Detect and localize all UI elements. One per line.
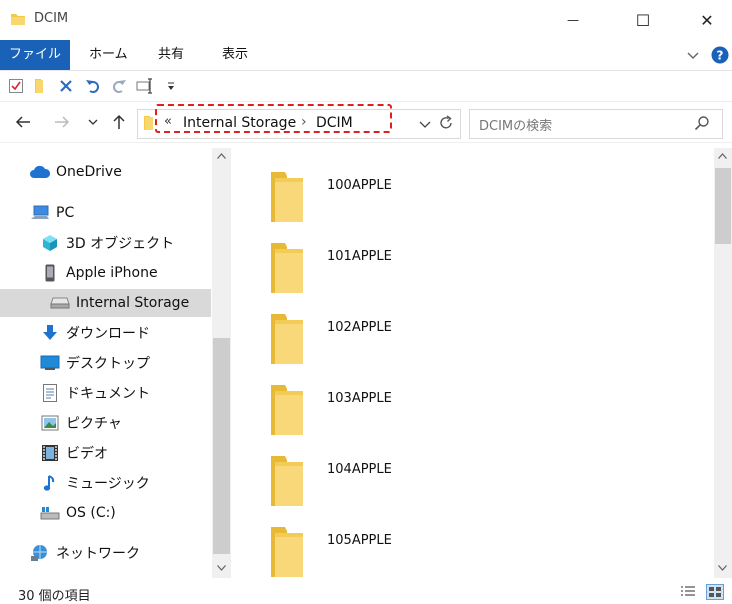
nav-scroll-down-icon[interactable] <box>217 565 226 571</box>
delete-icon[interactable] <box>58 78 74 94</box>
undo-icon[interactable] <box>84 77 102 95</box>
nav-item-onedrive[interactable]: OneDrive <box>0 158 211 186</box>
tab-file[interactable]: ファイル <box>0 40 70 70</box>
folder-list: 100APPLE 101APPLE 102APPLE 103APPLE 104A… <box>232 148 714 578</box>
navigation-pane: OneDrive PC 3D オブジェクト Apple iPhone Inter… <box>0 148 231 578</box>
address-highlight-annotation <box>155 104 392 133</box>
folder-icon <box>269 383 305 437</box>
video-icon <box>40 443 60 463</box>
folder-icon <box>269 525 305 579</box>
nav-item-videos[interactable]: ビデオ <box>0 439 211 467</box>
search-box[interactable]: DCIMの検索 <box>469 109 723 139</box>
folder-item[interactable]: 101APPLE <box>232 227 532 297</box>
minimize-button[interactable]: — <box>550 0 596 40</box>
folder-address-icon <box>142 115 156 131</box>
window-title: DCIM <box>34 11 69 26</box>
folder-icon <box>269 454 305 508</box>
status-bar: 30 個の項目 <box>0 582 732 604</box>
folder-title-icon <box>10 11 26 27</box>
nav-item-internal-storage[interactable]: Internal Storage <box>0 289 211 317</box>
nav-item-os-c[interactable]: OS (C:) <box>0 499 211 527</box>
nav-scroll-up-icon[interactable] <box>217 153 226 159</box>
svg-text:?: ? <box>717 49 724 63</box>
recent-locations-icon[interactable] <box>88 117 98 127</box>
computer-icon <box>30 203 50 223</box>
nav-item-documents[interactable]: ドキュメント <box>0 379 211 407</box>
new-folder-icon[interactable] <box>32 78 48 94</box>
cloud-icon <box>30 162 50 182</box>
content-scroll-down-icon[interactable] <box>718 565 727 571</box>
quick-access-toolbar <box>0 71 732 102</box>
music-icon <box>40 473 60 493</box>
nav-item-desktop[interactable]: デスクトップ <box>0 349 211 377</box>
phone-icon <box>40 263 60 283</box>
ribbon-expand-icon[interactable] <box>686 48 700 62</box>
content-scroll-up-icon[interactable] <box>718 153 727 159</box>
download-icon <box>40 323 60 343</box>
help-icon[interactable]: ? <box>711 46 729 64</box>
nav-item-network[interactable]: ネットワーク <box>0 539 211 567</box>
minimize-icon: — <box>567 13 579 27</box>
ribbon-tabs: ファイル ホーム 共有 表示 ? <box>0 40 732 71</box>
drive-icon <box>50 293 70 313</box>
tab-home[interactable]: ホーム <box>76 40 141 70</box>
redo-icon[interactable] <box>110 77 128 95</box>
details-view-icon[interactable] <box>680 585 696 599</box>
close-button[interactable]: ✕ <box>684 0 730 40</box>
close-icon: ✕ <box>700 10 714 30</box>
folder-item[interactable]: 102APPLE <box>232 298 532 368</box>
address-dropdown-icon[interactable] <box>419 118 431 130</box>
folder-item[interactable]: 103APPLE <box>232 369 532 439</box>
desktop-icon <box>40 353 60 373</box>
pictures-icon <box>40 413 60 433</box>
back-icon[interactable] <box>14 113 32 131</box>
folder-item[interactable]: 100APPLE <box>232 156 532 226</box>
item-count: 30 個の項目 <box>18 589 91 604</box>
cube-icon <box>40 233 60 253</box>
title-bar: DCIM — ☐ ✕ <box>0 0 732 40</box>
customize-toolbar-icon[interactable] <box>166 82 176 92</box>
tab-share[interactable]: 共有 <box>145 40 197 70</box>
search-placeholder: DCIMの検索 <box>479 119 553 134</box>
up-icon[interactable] <box>110 113 128 131</box>
forward-icon[interactable] <box>53 113 71 131</box>
nav-item-music[interactable]: ミュージック <box>0 469 211 497</box>
content-scroll-thumb[interactable] <box>715 168 731 244</box>
maximize-button[interactable]: ☐ <box>620 0 666 40</box>
nav-item-3d-objects[interactable]: 3D オブジェクト <box>0 229 211 257</box>
tab-view[interactable]: 表示 <box>209 40 261 70</box>
folder-icon <box>269 170 305 224</box>
search-icon[interactable] <box>694 115 710 131</box>
folder-icon <box>269 241 305 295</box>
folder-icon <box>269 312 305 366</box>
nav-item-apple-iphone[interactable]: Apple iPhone <box>0 259 211 287</box>
nav-item-pc[interactable]: PC <box>0 199 211 227</box>
folder-item[interactable]: 105APPLE <box>232 511 532 581</box>
network-icon <box>30 543 50 563</box>
folder-item[interactable]: 104APPLE <box>232 440 532 510</box>
nav-scroll-thumb[interactable] <box>213 338 230 554</box>
maximize-icon: ☐ <box>635 10 651 30</box>
nav-item-downloads[interactable]: ダウンロード <box>0 319 211 347</box>
rename-icon[interactable] <box>136 77 154 95</box>
refresh-icon[interactable] <box>437 114 455 132</box>
os-drive-icon <box>40 503 60 523</box>
properties-icon[interactable] <box>8 78 24 94</box>
document-icon <box>40 383 60 403</box>
nav-item-pictures[interactable]: ピクチャ <box>0 409 211 437</box>
large-icons-view-icon[interactable] <box>706 584 724 600</box>
